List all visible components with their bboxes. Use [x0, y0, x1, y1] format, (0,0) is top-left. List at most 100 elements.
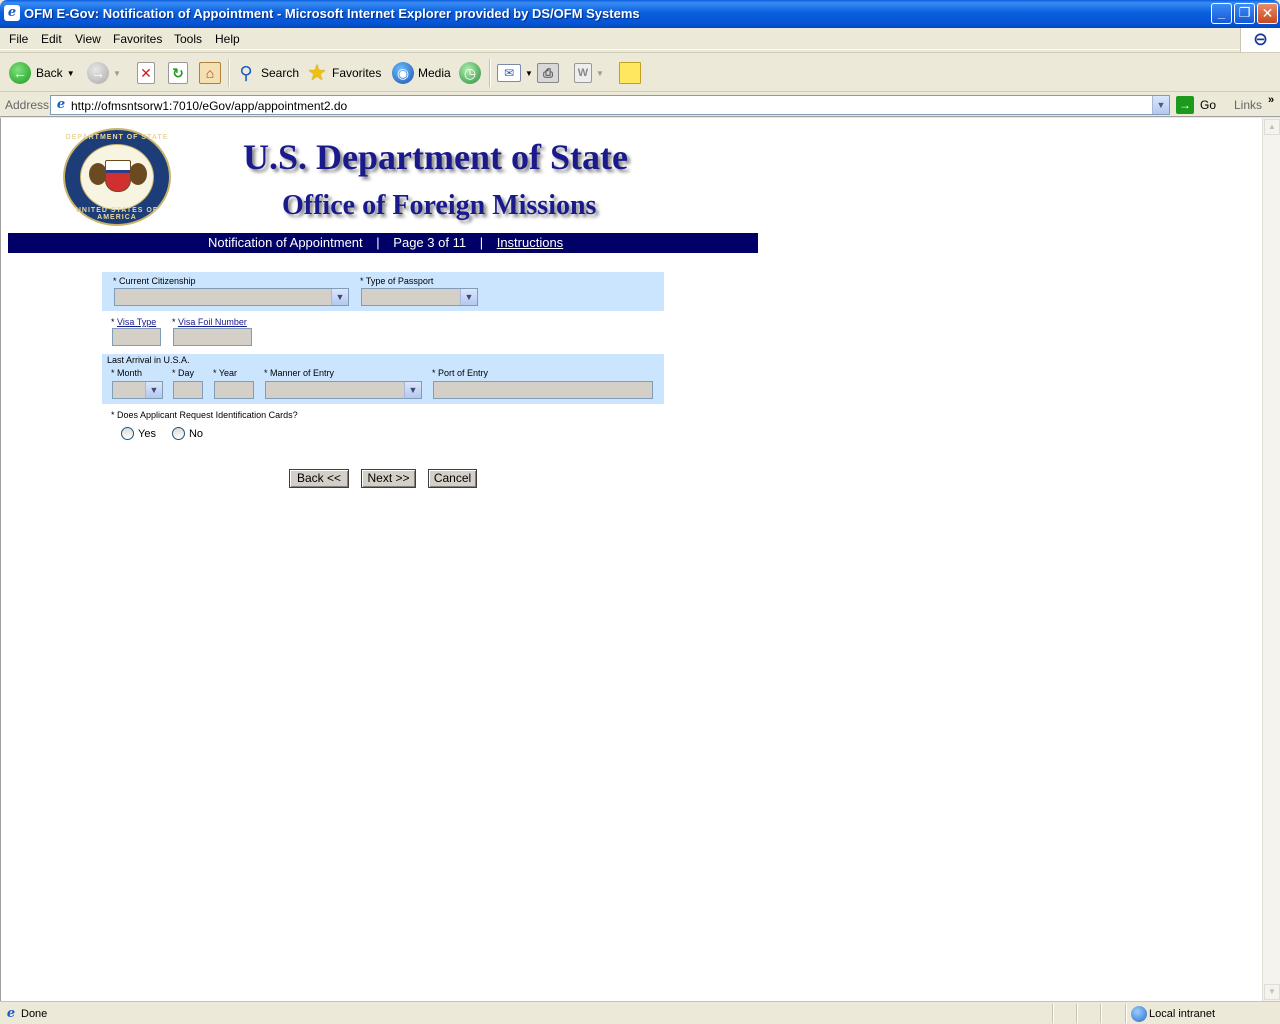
no-label: No [188, 427, 204, 440]
scroll-down-icon[interactable]: ▼ [1264, 984, 1280, 1000]
favorites-star-icon: ★ [307, 60, 327, 85]
address-dropdown-icon[interactable]: ▼ [1152, 96, 1169, 114]
media-label: Media [418, 66, 451, 80]
back-button[interactable]: ← Back ▼ [9, 60, 75, 86]
refresh-button[interactable]: ↻ [168, 60, 188, 86]
visa-type-link[interactable]: Visa Type [117, 317, 156, 327]
visa-foil-number-input[interactable] [173, 328, 252, 346]
status-divider [1076, 1004, 1078, 1023]
chevron-down-icon[interactable]: ▼ [404, 382, 421, 398]
address-input[interactable]: e http://ofmsntsorw1:7010/eGov/app/appoi… [50, 95, 1170, 115]
forward-arrow-icon: → [87, 62, 109, 84]
month-label: * Month [111, 368, 143, 378]
forward-dropdown-icon[interactable]: ▼ [113, 69, 121, 78]
favorites-button[interactable]: ★ Favorites [306, 60, 381, 86]
chevron-down-icon[interactable]: ▼ [460, 289, 477, 305]
seal-bottom-text: UNITED STATES OF AMERICA [75, 207, 159, 221]
maximize-button[interactable]: ❐ [1234, 3, 1255, 24]
day-label: * Day [172, 368, 195, 378]
history-button[interactable]: ◷ [459, 60, 481, 86]
page-nav-bar: Notification of Appointment | Page 3 of … [8, 233, 758, 253]
close-button[interactable]: ✕ [1257, 3, 1278, 24]
window-title: OFM E-Gov: Notification of Appointment -… [24, 6, 640, 21]
page-status-icon: e [6, 1006, 16, 1021]
stop-icon: ✕ [137, 62, 155, 84]
no-radio[interactable] [171, 427, 185, 440]
mail-button[interactable]: ✉ ▼ [497, 60, 533, 86]
nav-separator: | [479, 235, 484, 250]
menu-favorites[interactable]: Favorites [113, 32, 162, 46]
toolbar: ← Back ▼ → ▼ ✕ ↻ ⌂ ⚲ Search ★ Favorites … [0, 52, 1280, 92]
last-arrival-panel: Last Arrival in U.S.A. * Month ▼ * Day *… [102, 354, 664, 404]
discuss-button[interactable] [619, 60, 641, 86]
visa-type-input[interactable] [112, 328, 161, 346]
stop-button[interactable]: ✕ [137, 60, 155, 86]
go-label: Go [1200, 98, 1217, 112]
menu-file[interactable]: File [9, 32, 28, 46]
nav-separator: | [376, 235, 380, 250]
search-label: Search [261, 66, 300, 80]
menu-view[interactable]: View [75, 32, 101, 46]
visa-foil-number-label: * Visa Foil Number [172, 317, 247, 327]
print-button[interactable]: ⎙ [537, 60, 559, 86]
current-citizenship-select[interactable]: ▼ [114, 288, 349, 306]
home-button[interactable]: ⌂ [199, 60, 221, 86]
next-button[interactable]: Next >> [361, 469, 416, 488]
edit-dropdown-icon[interactable]: ▼ [596, 69, 604, 78]
visa-type-label: * Visa Type [111, 317, 156, 327]
status-divider [1125, 1004, 1127, 1023]
menu-tools[interactable]: Tools [174, 32, 202, 46]
eagle-wing-icon [129, 163, 147, 185]
note-icon [619, 62, 641, 84]
month-select[interactable]: ▼ [112, 381, 163, 399]
toolbar-separator [489, 59, 491, 87]
security-zone-text: Local intranet [1149, 1008, 1216, 1020]
chevron-right-icon[interactable]: » [1268, 94, 1274, 106]
year-input[interactable] [214, 381, 254, 399]
visa-foil-number-link[interactable]: Visa Foil Number [178, 317, 247, 327]
manner-of-entry-label: * Manner of Entry [264, 368, 335, 378]
edit-button[interactable]: W ▼ [574, 60, 604, 86]
cancel-button[interactable]: Cancel [428, 469, 477, 488]
media-button[interactable]: ◉ Media [392, 60, 451, 86]
page-viewport: DEPARTMENT OF STATE UNITED STATES OF AME… [0, 118, 1262, 1001]
page-heading-department: U.S. Department of State [243, 137, 628, 177]
forward-button[interactable]: → ▼ [87, 60, 121, 86]
mail-dropdown-icon[interactable]: ▼ [525, 69, 533, 78]
intranet-zone-icon [1131, 1006, 1147, 1022]
menu-bar: File Edit View Favorites Tools Help ⊖ [0, 28, 1280, 52]
vertical-scrollbar[interactable]: ▲ ▼ [1262, 118, 1280, 1001]
type-of-passport-label: * Type of Passport [360, 276, 434, 286]
yes-radio[interactable] [121, 427, 134, 440]
back-dropdown-icon[interactable]: ▼ [67, 69, 75, 78]
chevron-down-icon[interactable]: ▼ [145, 382, 162, 398]
year-label: * Year [213, 368, 238, 378]
go-button[interactable]: → Go [1176, 96, 1216, 114]
current-citizenship-label: * Current Citizenship [113, 276, 196, 286]
window-title-bar: e OFM E-Gov: Notification of Appointment… [0, 0, 1280, 28]
status-bar: e Done Local intranet [0, 1001, 1280, 1024]
port-of-entry-input[interactable] [433, 381, 653, 399]
id-cards-question: * Does Applicant Request Identification … [111, 410, 298, 420]
page-heading-office: Office of Foreign Missions [282, 190, 597, 221]
day-input[interactable] [173, 381, 203, 399]
type-of-passport-select[interactable]: ▼ [361, 288, 478, 306]
edit-word-icon: W [574, 63, 592, 83]
back-form-button[interactable]: Back << [289, 469, 349, 488]
instructions-link[interactable]: Instructions [497, 235, 563, 250]
nav-section-title: Notification of Appointment [208, 235, 363, 250]
manner-of-entry-select[interactable]: ▼ [265, 381, 422, 399]
back-arrow-icon: ← [9, 62, 31, 84]
seal-center [80, 144, 154, 210]
chevron-down-icon[interactable]: ▼ [331, 289, 348, 305]
minimize-button[interactable]: _ [1211, 3, 1232, 24]
last-arrival-heading: Last Arrival in U.S.A. [107, 355, 190, 365]
department-of-state-seal: DEPARTMENT OF STATE UNITED STATES OF AME… [63, 128, 171, 226]
links-label[interactable]: Links [1234, 98, 1262, 112]
address-url[interactable]: http://ofmsntsorw1:7010/eGov/app/appoint… [71, 99, 347, 113]
scroll-up-icon[interactable]: ▲ [1264, 119, 1280, 135]
eagle-shield-icon [105, 160, 131, 192]
menu-edit[interactable]: Edit [41, 32, 62, 46]
search-button[interactable]: ⚲ Search [235, 60, 299, 86]
menu-help[interactable]: Help [215, 32, 240, 46]
